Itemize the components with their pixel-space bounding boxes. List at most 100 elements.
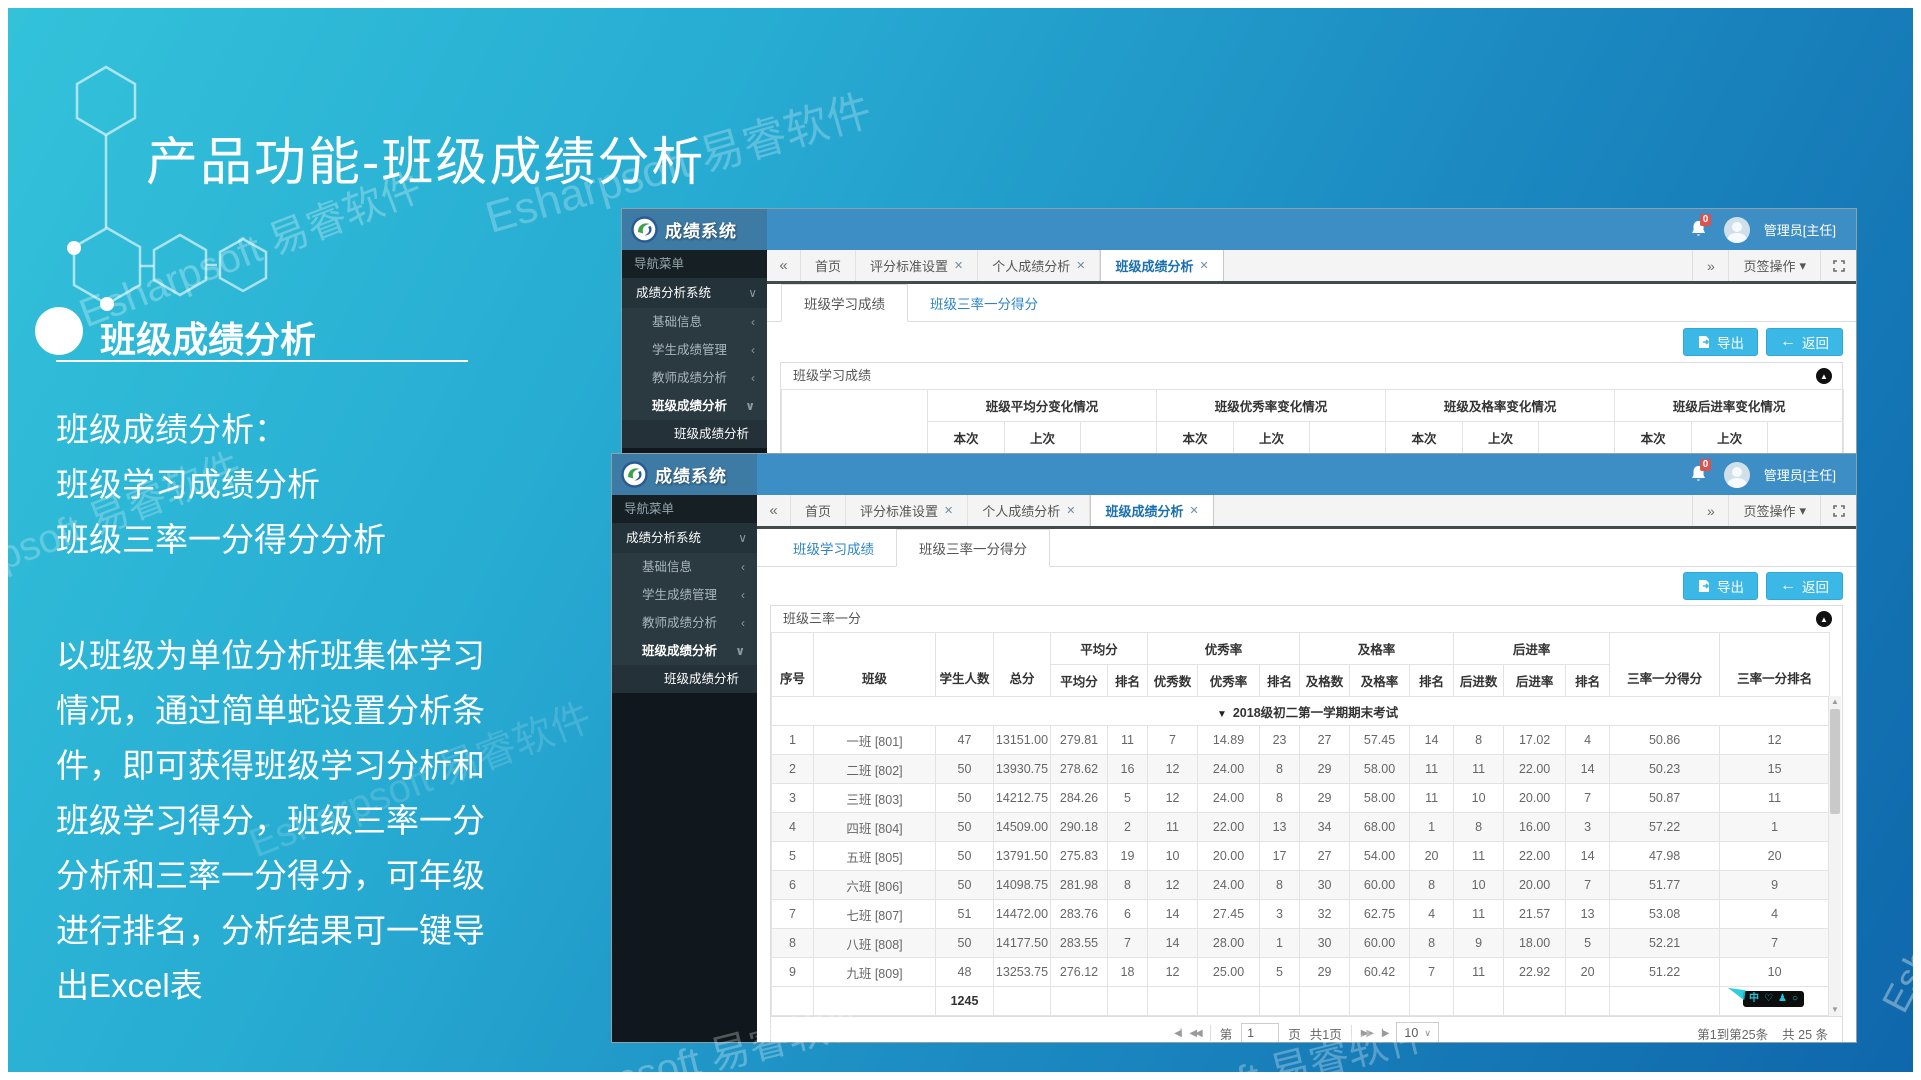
sidebar-item-basic-info[interactable]: 基础信息‹ [612,553,757,581]
column-header[interactable]: 优秀数 [1148,665,1198,697]
page-size-select[interactable]: 10 ∨ [1396,1022,1439,1043]
tab-operations-dropdown[interactable]: 页签操作 ▾ [1728,495,1820,526]
tab-class-analysis[interactable]: 班级成绩分析✕ [1100,250,1223,281]
close-icon[interactable]: ✕ [1190,504,1199,517]
sidebar-item-teacher-score-analysis[interactable]: 教师成绩分析‹ [612,609,757,637]
table-row[interactable]: 4四班 [804]5014509.00290.1821122.00133468.… [772,813,1830,842]
column-header[interactable]: 序号 [772,633,814,697]
column-header[interactable]: 三率一分排名 [1720,633,1830,697]
column-header[interactable]: 三率一分得分 [1610,633,1720,697]
sidebar-item-score-analysis-system[interactable]: 成绩分析系统 ∨ [612,523,757,553]
page-input[interactable] [1241,1023,1279,1043]
tab-scroll-right-icon[interactable]: » [1692,250,1728,281]
tab-scroll-right-icon[interactable]: » [1692,495,1728,526]
ime-status-bar[interactable]: 中 ♡ ♟ ○ [1743,991,1804,1007]
vertical-scrollbar[interactable]: ▲ ▼ [1828,696,1841,1016]
tab-personal-analysis[interactable]: 个人成绩分析✕ [978,250,1100,281]
first-page-button[interactable]: ◀ǀ [1174,1028,1180,1039]
table-cell: 13930.75 [994,755,1051,784]
back-button[interactable]: ← 返回 [1766,572,1843,600]
table-cell: 20 [1720,842,1830,871]
subtab-class-study-score[interactable]: 班级学习成绩 [771,529,896,566]
tab-operations-dropdown[interactable]: 页签操作 ▾ [1728,250,1820,281]
table-row[interactable]: 6六班 [806]5014098.75281.9881224.0083060.0… [772,871,1830,900]
table-cell: 11 [1454,842,1504,871]
scroll-down-icon[interactable]: ▼ [1829,1004,1841,1016]
collapse-panel-button[interactable]: ▲ [1816,368,1832,384]
fullscreen-button[interactable] [1820,250,1856,281]
table-row[interactable]: 5五班 [805]5013791.50275.83191020.00172754… [772,842,1830,871]
tab-class-analysis[interactable]: 班级成绩分析✕ [1090,495,1213,526]
column-header[interactable]: 平均分 [1051,665,1108,697]
sidebar-item-score-analysis-system[interactable]: 成绩分析系统 ∨ [622,278,767,308]
table-cell: 21.57 [1504,900,1566,929]
notifications-button[interactable]: 0 [1690,220,1710,240]
column-header[interactable]: 排名 [1566,665,1610,697]
column-header[interactable]: 排名 [1260,665,1300,697]
table-row[interactable]: 3三班 [803]5014212.75284.2651224.0082958.0… [772,784,1830,813]
fullscreen-button[interactable] [1820,495,1856,526]
exam-group-row[interactable]: ▼2018级初二第一学期期末考试 [772,697,1830,726]
notification-badge: 0 [1700,459,1712,471]
notifications-button[interactable]: 0 [1690,465,1710,485]
avatar[interactable] [1724,217,1750,243]
avatar[interactable] [1724,462,1750,488]
subtab-three-rate-score[interactable]: 班级三率一分得分 [908,284,1060,321]
table-cell: 29 [1300,784,1350,813]
sidebar-subitem-class-score-analysis[interactable]: 班级成绩分析 [612,665,757,693]
column-header[interactable]: 优秀率 [1198,665,1260,697]
column-header[interactable]: 及格率 [1350,665,1410,697]
tab-score-standard[interactable]: 评分标准设置✕ [846,495,968,526]
table-row[interactable]: 9九班 [809]4813253.75276.12181225.0052960.… [772,958,1830,987]
sidebar-item-student-score-mgmt[interactable]: 学生成绩管理‹ [622,336,767,364]
close-icon[interactable]: ✕ [1066,504,1075,517]
close-icon[interactable]: ✕ [954,259,963,272]
table-cell: 1 [1410,813,1454,842]
column-header[interactable]: 总分 [994,633,1051,697]
sidebar-item-class-score-analysis[interactable]: 班级成绩分析∨ [612,637,757,665]
close-icon[interactable]: ✕ [1076,259,1085,272]
tab-scroll-left-icon[interactable]: « [757,495,791,526]
tab-score-standard[interactable]: 评分标准设置✕ [856,250,978,281]
column-header[interactable]: 及格数 [1300,665,1350,697]
collapse-panel-button[interactable]: ▲ [1816,611,1832,627]
column-header[interactable]: 学生人数 [936,633,994,697]
last-page-button[interactable]: ǀ▶ [1381,1028,1387,1039]
user-menu[interactable]: 管理员[主任] [1764,220,1836,239]
next-page-button[interactable]: ▶▶ [1361,1028,1372,1039]
column-header[interactable]: 后进率 [1504,665,1566,697]
export-button[interactable]: 导出 [1683,328,1758,356]
close-icon[interactable]: ✕ [1200,259,1209,272]
table-cell: 13791.50 [994,842,1051,871]
column-header[interactable]: 排名 [1108,665,1148,697]
table-cell: 60.42 [1350,958,1410,987]
sidebar-subitem-class-score-analysis[interactable]: 班级成绩分析 [622,420,767,448]
column-header[interactable]: 班级 [814,633,936,697]
column-header[interactable]: 后进数 [1454,665,1504,697]
scroll-up-icon[interactable]: ▲ [1829,696,1841,708]
tab-personal-analysis[interactable]: 个人成绩分析✕ [968,495,1090,526]
table-cell: 3 [1260,900,1300,929]
user-menu[interactable]: 管理员[主任] [1764,465,1836,484]
table-cell: 一班 [801] [814,726,936,755]
table-row[interactable]: 2二班 [802]5013930.75278.62161224.0082958.… [772,755,1830,784]
table-row[interactable]: 8八班 [808]5014177.50283.5571428.0013060.0… [772,929,1830,958]
column-header[interactable]: 排名 [1410,665,1454,697]
table-row[interactable]: 7七班 [807]5114472.00283.7661427.4533262.7… [772,900,1830,929]
tab-home[interactable]: 首页 [791,495,846,526]
sidebar-item-class-score-analysis[interactable]: 班级成绩分析∨ [622,392,767,420]
sidebar-item-teacher-score-analysis[interactable]: 教师成绩分析‹ [622,364,767,392]
subtab-class-study-score[interactable]: 班级学习成绩 [781,284,908,322]
table-cell: 2 [1108,813,1148,842]
back-button[interactable]: ← 返回 [1766,328,1843,356]
close-icon[interactable]: ✕ [944,504,953,517]
export-button[interactable]: 导出 [1683,572,1758,600]
tab-scroll-left-icon[interactable]: « [767,250,801,281]
subtab-three-rate-score[interactable]: 班级三率一分得分 [896,529,1050,567]
scrollbar-thumb[interactable] [1830,709,1840,814]
table-row[interactable]: 1一班 [801]4713151.00279.8111714.89232757.… [772,726,1830,755]
tab-home[interactable]: 首页 [801,250,856,281]
sidebar-item-student-score-mgmt[interactable]: 学生成绩管理‹ [612,581,757,609]
prev-page-button[interactable]: ◀◀ [1189,1028,1200,1039]
sidebar-item-basic-info[interactable]: 基础信息‹ [622,308,767,336]
